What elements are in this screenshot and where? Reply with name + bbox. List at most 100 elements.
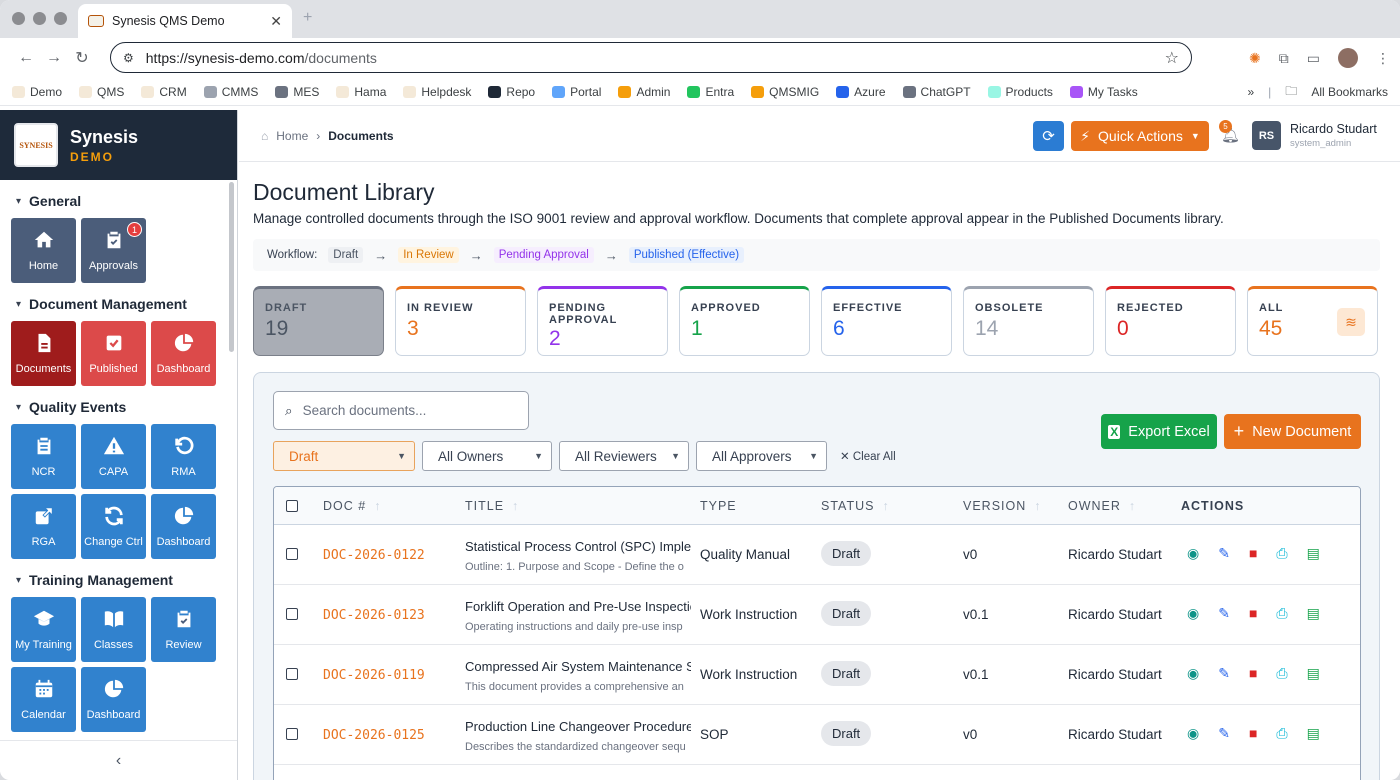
sidebar-item-ncr[interactable]: NCR: [11, 424, 76, 489]
edit-icon[interactable]: ✎: [1218, 545, 1230, 562]
status-card-in-review[interactable]: IN REVIEW 3: [395, 286, 526, 356]
table-row[interactable]: DOC-2026-0123 Forklift Operation and Pre-…: [274, 585, 1360, 645]
delete-icon[interactable]: ■: [1249, 725, 1257, 742]
delete-icon[interactable]: ■: [1249, 665, 1257, 682]
delete-icon[interactable]: ■: [1249, 605, 1257, 622]
table-row[interactable]: DOC-2026-0125 Production Line Changeover …: [274, 705, 1360, 765]
bookmark-cmms[interactable]: CMMS: [203, 85, 258, 99]
doc-number[interactable]: DOC-2026-0119: [323, 668, 425, 683]
row-checkbox[interactable]: [286, 608, 298, 620]
sidebar-item-review[interactable]: Review: [151, 597, 216, 662]
select-all-checkbox[interactable]: [286, 500, 298, 512]
sidebar-item-calendar[interactable]: Calendar: [11, 667, 76, 732]
bookmark-azure[interactable]: Azure: [836, 85, 886, 99]
bookmark-demo[interactable]: Demo: [12, 85, 62, 99]
extensions-icon[interactable]: ⧉: [1279, 50, 1289, 67]
status-card-pending-approval[interactable]: PENDING APPROVAL 2: [537, 286, 668, 356]
status-card-effective[interactable]: EFFECTIVE 6: [821, 286, 952, 356]
bookmark-hama[interactable]: Hama: [336, 85, 386, 99]
doc-title-cell[interactable]: Compressed Air System Maintenance Sc This…: [465, 659, 691, 693]
sort-icon[interactable]: ↑: [512, 499, 519, 513]
bookmark-star-icon[interactable]: ☆: [1165, 48, 1179, 68]
sidebar-item-my-training[interactable]: My Training: [11, 597, 76, 662]
sort-icon[interactable]: ↑: [374, 499, 381, 513]
bookmark-helpdesk[interactable]: Helpdesk: [403, 85, 471, 99]
reload-icon[interactable]: ↻: [68, 48, 96, 68]
window-controls[interactable]: [12, 12, 67, 25]
close-tab-icon[interactable]: ✕: [270, 13, 282, 30]
column-header-doc-[interactable]: DOC # ↑: [323, 499, 381, 513]
extension-sun-icon[interactable]: ✺: [1249, 50, 1261, 67]
browser-tab[interactable]: Synesis QMS Demo ✕: [78, 4, 292, 38]
sidebar-item-rma[interactable]: RMA: [151, 424, 216, 489]
status-card-all[interactable]: ALL 45 ≋: [1247, 286, 1378, 356]
column-header-title[interactable]: TITLE ↑: [465, 499, 519, 513]
sidebar-section-quality-events[interactable]: ▾ Quality Events: [0, 390, 237, 424]
print-icon[interactable]: ⎙: [1276, 605, 1287, 622]
export-excel-button[interactable]: X Export Excel: [1101, 414, 1217, 449]
maximize-window-button[interactable]: [54, 12, 67, 25]
row-checkbox[interactable]: [286, 728, 298, 740]
doc-number[interactable]: DOC-2026-0123: [323, 608, 425, 623]
bookmark-repo[interactable]: Repo: [488, 85, 535, 99]
sidebar-section-general[interactable]: ▾ General: [0, 184, 237, 218]
doc-title-cell[interactable]: Production Line Changeover Procedure Desc…: [465, 719, 691, 753]
bookmark-my-tasks[interactable]: My Tasks: [1069, 85, 1138, 99]
sidebar-item-approvals[interactable]: Approvals 1: [81, 218, 146, 283]
status-card-obsolete[interactable]: OBSOLETE 14: [963, 286, 1094, 356]
column-header-status[interactable]: STATUS ↑: [821, 499, 890, 513]
approvers-filter-select[interactable]: All Approvers ▼: [696, 441, 827, 471]
print-icon[interactable]: ⎙: [1276, 665, 1287, 682]
sidebar-item-rga[interactable]: RGA: [11, 494, 76, 559]
edit-icon[interactable]: ✎: [1218, 725, 1230, 742]
bookmark-crm[interactable]: CRM: [141, 85, 187, 99]
sidebar-section-document-management[interactable]: ▾ Document Management: [0, 287, 237, 321]
bookmark-entra[interactable]: Entra: [687, 85, 734, 99]
site-info-icon[interactable]: ⚙: [123, 51, 134, 65]
new-tab-icon[interactable]: +: [303, 9, 312, 27]
bookmark-chatgpt[interactable]: ChatGPT: [902, 85, 971, 99]
bookmark-qmsmig[interactable]: QMSMIG: [751, 85, 819, 99]
bookmark-admin[interactable]: Admin: [618, 85, 670, 99]
sidebar-item-dashboard[interactable]: Dashboard: [151, 494, 216, 559]
all-bookmarks-link[interactable]: All Bookmarks: [1311, 85, 1388, 99]
status-card-draft[interactable]: DRAFT 19: [253, 286, 384, 356]
print-icon[interactable]: ⎙: [1276, 725, 1287, 742]
status-filter-select[interactable]: Draft ▼: [273, 441, 415, 471]
minimize-window-button[interactable]: [33, 12, 46, 25]
column-header-owner[interactable]: OWNER ↑: [1068, 499, 1136, 513]
sidebar-item-documents[interactable]: Documents: [11, 321, 76, 386]
doc-title-cell[interactable]: Forklift Operation and Pre-Use Inspectio…: [465, 599, 691, 633]
collapse-sidebar-button[interactable]: ‹: [0, 740, 237, 780]
brand-header[interactable]: SYNESIS Synesis DEMO: [0, 110, 237, 180]
view-icon[interactable]: ◉: [1187, 725, 1199, 742]
notifications-button[interactable]: 5 🔔︎: [1219, 120, 1240, 144]
table-row[interactable]: DOC-2026-0122 Statistical Process Control…: [274, 525, 1360, 585]
doc-title-cell[interactable]: Statistical Process Control (SPC) Implem…: [465, 539, 691, 573]
view-icon[interactable]: ◉: [1187, 665, 1199, 682]
sidebar-item-dashboard[interactable]: Dashboard: [81, 667, 146, 732]
profile-avatar[interactable]: [1338, 48, 1358, 68]
view-icon[interactable]: ◉: [1187, 605, 1199, 622]
owners-filter-select[interactable]: All Owners ▼: [422, 441, 552, 471]
forward-icon[interactable]: →: [40, 49, 68, 67]
word-export-icon[interactable]: ▤: [1307, 545, 1320, 562]
column-header-version[interactable]: VERSION ↑: [963, 499, 1042, 513]
sort-icon[interactable]: ↑: [882, 499, 889, 513]
url-field[interactable]: ⚙ https://synesis-demo.com/documents ☆: [110, 42, 1192, 73]
browser-menu-icon[interactable]: ⋮: [1376, 50, 1390, 67]
reviewers-filter-select[interactable]: All Reviewers ▼: [559, 441, 689, 471]
bookmark-mes[interactable]: MES: [275, 85, 319, 99]
home-icon[interactable]: ⌂: [261, 129, 268, 143]
bookmark-portal[interactable]: Portal: [552, 85, 601, 99]
refresh-button[interactable]: ⟳: [1033, 121, 1064, 151]
print-icon[interactable]: ⎙: [1276, 545, 1287, 562]
sidebar-item-capa[interactable]: CAPA: [81, 424, 146, 489]
edit-icon[interactable]: ✎: [1218, 665, 1230, 682]
sidebar-item-change-ctrl[interactable]: Change Ctrl: [81, 494, 146, 559]
row-checkbox[interactable]: [286, 548, 298, 560]
bookmark-qms[interactable]: QMS: [79, 85, 124, 99]
search-input[interactable]: ⌕ Search documents...: [273, 391, 529, 430]
column-header-type[interactable]: TYPE: [700, 499, 737, 513]
sidebar-item-home[interactable]: Home: [11, 218, 76, 283]
